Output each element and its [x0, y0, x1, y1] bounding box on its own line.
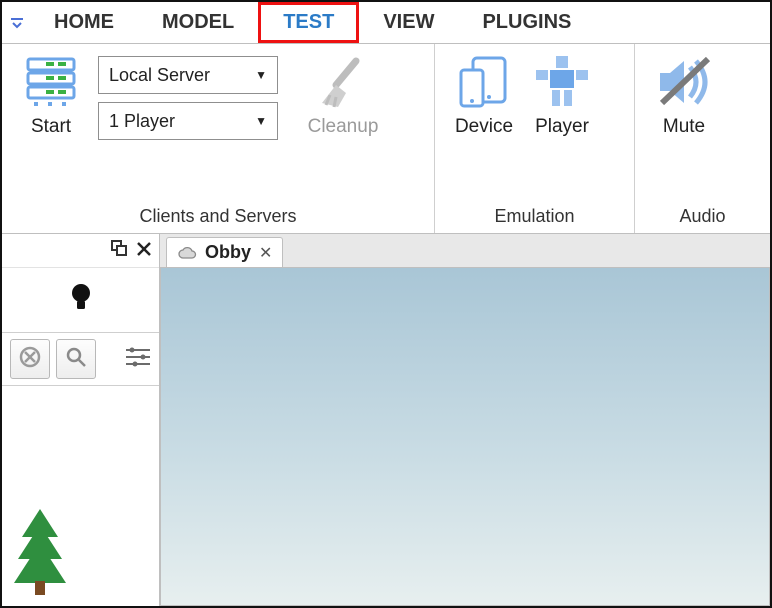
device-icon	[456, 54, 512, 110]
ribbon-group-clients-servers: Start Local Server ▼ 1 Player ▼	[2, 44, 434, 233]
mute-button[interactable]: Mute	[645, 50, 723, 142]
player-count-dropdown[interactable]: 1 Player ▼	[98, 102, 278, 140]
panel-toolbar	[2, 332, 159, 386]
player-count-value: 1 Player	[109, 111, 175, 132]
broom-icon	[315, 54, 371, 110]
filter-button[interactable]	[102, 347, 151, 372]
ribbon-group-audio: Mute Audio	[634, 44, 770, 233]
tab-model[interactable]: MODEL	[138, 2, 258, 43]
menu-tabs: HOME MODEL TEST VIEW PLUGINS	[2, 2, 770, 44]
tab-view[interactable]: VIEW	[359, 2, 458, 43]
speaker-muted-icon	[656, 54, 712, 110]
search-icon	[65, 346, 87, 373]
explorer-area[interactable]	[2, 386, 159, 606]
start-label: Start	[31, 116, 71, 138]
workspace: Obby ✕	[2, 234, 770, 606]
group-label-audio: Audio	[645, 206, 760, 229]
player-label: Player	[535, 116, 589, 138]
close-icon[interactable]	[137, 240, 151, 261]
lightbulb-icon	[69, 283, 93, 318]
ribbon-group-emulation: Device Player Emulation	[434, 44, 634, 233]
close-tab-icon[interactable]: ✕	[259, 243, 272, 263]
hint-button[interactable]	[2, 268, 159, 332]
clear-x-icon	[19, 346, 41, 373]
game-viewport[interactable]	[160, 268, 770, 606]
search-button[interactable]	[56, 339, 96, 379]
mute-label: Mute	[663, 116, 705, 138]
server-player-selectors: Local Server ▼ 1 Player ▼	[98, 56, 278, 140]
dock-icon[interactable]	[111, 240, 127, 261]
player-avatar-icon	[534, 54, 590, 110]
tree-icon	[10, 507, 70, 602]
side-panel	[2, 234, 160, 606]
player-button[interactable]: Player	[523, 50, 601, 142]
quick-access-dropdown-icon[interactable]	[4, 2, 30, 43]
server-icon	[23, 54, 79, 110]
chevron-down-icon: ▼	[255, 114, 267, 128]
main-area: Obby ✕	[160, 234, 770, 606]
group-label-clients-servers: Clients and Servers	[12, 206, 424, 229]
device-button[interactable]: Device	[445, 50, 523, 142]
document-tab-obby[interactable]: Obby ✕	[166, 237, 283, 267]
document-tab-title: Obby	[205, 242, 251, 263]
tab-plugins[interactable]: PLUGINS	[458, 2, 595, 43]
group-label-emulation: Emulation	[445, 206, 624, 229]
cleanup-button[interactable]: Cleanup	[304, 50, 382, 142]
ribbon-toolbar: Start Local Server ▼ 1 Player ▼	[2, 44, 770, 234]
device-label: Device	[455, 116, 513, 138]
server-mode-value: Local Server	[109, 65, 210, 86]
server-mode-dropdown[interactable]: Local Server ▼	[98, 56, 278, 94]
sliders-icon	[125, 347, 151, 372]
tab-home[interactable]: HOME	[30, 2, 138, 43]
cloud-icon	[177, 246, 197, 260]
clear-button[interactable]	[10, 339, 50, 379]
chevron-down-icon: ▼	[255, 68, 267, 82]
start-button[interactable]: Start	[12, 50, 90, 142]
document-tabs: Obby ✕	[160, 234, 770, 268]
tab-test[interactable]: TEST	[258, 2, 359, 43]
panel-controls	[2, 234, 159, 268]
cleanup-label: Cleanup	[308, 116, 379, 138]
